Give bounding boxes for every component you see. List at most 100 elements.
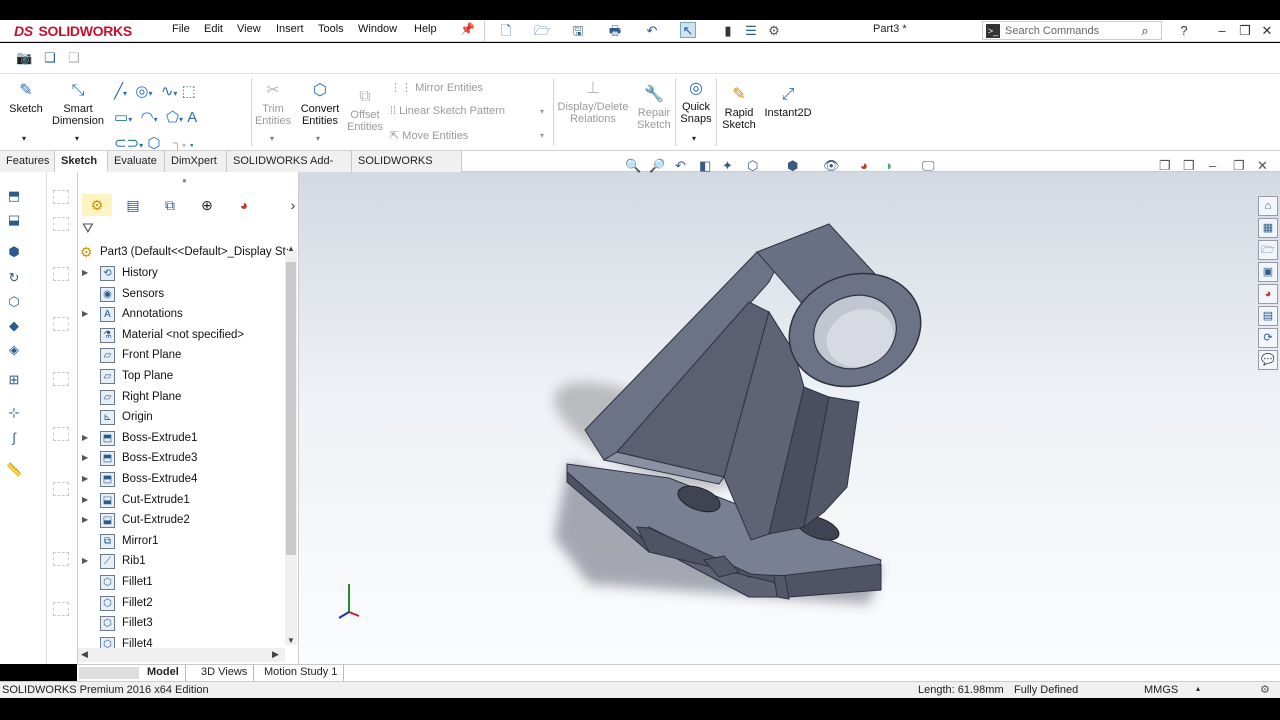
- revolve-icon[interactable]: ↻: [6, 270, 22, 286]
- expand-arrow-icon[interactable]: ▶: [82, 490, 88, 510]
- grid-icon[interactable]: [53, 317, 69, 331]
- print-icon[interactable]: 🖶: [607, 23, 623, 39]
- scroll-right-icon[interactable]: ▶: [272, 649, 279, 660]
- tab-model[interactable]: Model: [141, 665, 186, 681]
- chevron-down-icon[interactable]: ▾: [75, 134, 79, 143]
- close-icon[interactable]: ✕: [1259, 23, 1275, 39]
- measure-icon[interactable]: 📏: [6, 462, 22, 478]
- construction-box-icon[interactable]: ⬚: [182, 83, 196, 100]
- scroll-down-icon[interactable]: ▼: [287, 636, 295, 645]
- tree-item[interactable]: ▱ Top Plane: [78, 366, 283, 386]
- view-settings-icon[interactable]: 🖵: [922, 158, 935, 174]
- mirror-entities-button[interactable]: ⋮⋮ Mirror Entities: [390, 81, 483, 94]
- chevron-down-icon[interactable]: ▾: [540, 131, 544, 140]
- expand-arrow-icon[interactable]: ▶: [82, 428, 88, 448]
- select-icon[interactable]: ↖: [680, 22, 696, 38]
- dimxpert-tab-icon[interactable]: ⊕: [192, 194, 222, 216]
- chevron-down-icon[interactable]: ▾: [692, 134, 696, 143]
- boss-icon[interactable]: ⬢: [6, 244, 22, 260]
- options-gear-icon[interactable]: ⚙: [766, 23, 782, 39]
- loft-icon[interactable]: ⬡: [6, 294, 22, 310]
- repair-sketch-button[interactable]: 🔧 Repair Sketch: [634, 86, 674, 131]
- menu-window[interactable]: Window: [358, 23, 397, 35]
- viewport-minimize-icon[interactable]: –: [1209, 158, 1216, 173]
- point-icon[interactable]: ▪: [190, 140, 193, 150]
- solidworks-resources-icon[interactable]: ⟳: [1258, 328, 1278, 348]
- reference-icon[interactable]: ⊹: [6, 405, 22, 421]
- text-icon[interactable]: A: [187, 109, 197, 126]
- scrollbar-thumb[interactable]: [286, 262, 296, 555]
- tree-item[interactable]: ⧉ Mirror1: [78, 531, 283, 551]
- menu-insert[interactable]: Insert: [276, 23, 304, 35]
- custom-properties-icon[interactable]: ▤: [1258, 306, 1278, 326]
- grid-icon[interactable]: [53, 190, 69, 204]
- search-icon[interactable]: ⌕: [1137, 23, 1153, 39]
- tab-motion-study[interactable]: Motion Study 1: [258, 665, 345, 681]
- instant2d-button[interactable]: ⤢ Instant2D: [762, 86, 814, 119]
- panel-grip-icon[interactable]: ●: [182, 176, 187, 185]
- tree-item[interactable]: ⊾ Origin: [78, 407, 283, 427]
- line-icon[interactable]: ╱: [114, 83, 123, 100]
- chevron-down-icon[interactable]: ▾: [270, 134, 274, 143]
- linear-sketch-pattern-button[interactable]: ⁞⁞ Linear Sketch Pattern: [390, 105, 505, 117]
- grid-icon[interactable]: [53, 267, 69, 281]
- pin-icon[interactable]: 📌: [460, 22, 475, 36]
- help-icon[interactable]: ?: [1176, 23, 1192, 39]
- extrude-icon[interactable]: ⬒: [6, 188, 22, 204]
- grid-icon[interactable]: [53, 217, 69, 231]
- search-commands-input[interactable]: >_ Search Commands: [982, 21, 1162, 40]
- offset-entities-button[interactable]: ⧉ Offset Entities: [345, 82, 385, 133]
- tree-item[interactable]: ▱ Front Plane: [78, 345, 283, 365]
- file-explorer-icon[interactable]: 🗁: [1258, 240, 1278, 260]
- viewport-close-icon[interactable]: ✕: [1257, 158, 1268, 174]
- scroll-up-icon[interactable]: ▲: [287, 244, 295, 253]
- curve-icon[interactable]: ∫: [6, 430, 22, 446]
- file-properties-icon[interactable]: ☰: [743, 23, 759, 39]
- viewport-restore-icon[interactable]: ❐: [1159, 158, 1171, 174]
- graphics-area[interactable]: 🔍 🔎 ↶ ◧ ✦ ⬡ ⬢ 👁 ◕ ◑ 🖵 ❐ ❒ – ❐ ✕: [299, 158, 1280, 664]
- chevron-down-icon[interactable]: ▾: [540, 107, 544, 116]
- tab-dimxpert[interactable]: DimXpert: [165, 151, 227, 172]
- tree-item[interactable]: ▶ ⬓ Cut-Extrude1: [78, 490, 283, 510]
- camera-icon[interactable]: 📷: [16, 50, 32, 66]
- expand-arrow-icon[interactable]: ▶: [82, 510, 88, 530]
- tree-item[interactable]: ⬡ Fillet3: [78, 613, 283, 633]
- display-style-icon[interactable]: ⬢: [787, 158, 798, 174]
- customize-icon[interactable]: ⚙: [1260, 683, 1270, 696]
- tree-item[interactable]: ▶ A Annotations: [78, 304, 283, 324]
- forum-icon[interactable]: 💬: [1258, 350, 1278, 370]
- menu-edit[interactable]: Edit: [204, 23, 223, 35]
- pattern-feature-icon[interactable]: ⊞: [6, 372, 22, 388]
- traffic-light-icon[interactable]: ▮: [720, 23, 736, 39]
- filter-icon[interactable]: ⛛: [82, 220, 94, 237]
- configuration-manager-tab-icon[interactable]: ⧉: [155, 194, 185, 216]
- undo-icon[interactable]: ↶: [644, 23, 660, 39]
- hide-show-items-icon[interactable]: 👁: [823, 158, 840, 174]
- zoom-area-icon[interactable]: 🔎: [649, 158, 665, 174]
- grid-icon[interactable]: [53, 427, 69, 441]
- tree-item[interactable]: ▶ ⟋ Rib1: [78, 551, 283, 571]
- tab-scroll-controls[interactable]: [79, 667, 139, 679]
- expand-arrow-icon[interactable]: ▶: [82, 469, 88, 489]
- slot-icon[interactable]: ⊂⊃: [114, 135, 139, 152]
- menu-file[interactable]: File: [172, 23, 190, 35]
- section-view-icon[interactable]: ◧: [699, 158, 711, 174]
- solidworks-logo[interactable]: DS SOLIDWORKS: [14, 23, 132, 39]
- rectangle-icon[interactable]: ▭: [114, 109, 128, 126]
- restore-icon[interactable]: ❐: [1237, 23, 1253, 39]
- expand-arrow-icon[interactable]: ▶: [82, 551, 88, 571]
- plane-icon[interactable]: ⬡: [147, 135, 160, 152]
- new-icon[interactable]: 🗋: [498, 23, 514, 39]
- arc-icon[interactable]: ◠: [141, 109, 154, 126]
- grid-icon[interactable]: [53, 372, 69, 386]
- display-delete-relations-button[interactable]: ⊥ Display/Delete Relations: [556, 80, 630, 125]
- dynamic-annotation-icon[interactable]: ✦: [722, 158, 733, 174]
- copy-view-icon[interactable]: ❏: [42, 50, 58, 66]
- viewport-maximize-icon[interactable]: ❐: [1233, 158, 1245, 174]
- grid-icon[interactable]: [53, 602, 69, 616]
- feature-manager-tab-icon[interactable]: ⚙: [82, 194, 112, 216]
- previous-view-icon[interactable]: ↶: [675, 158, 686, 174]
- rapid-sketch-button[interactable]: ✎ Rapid Sketch: [720, 86, 758, 131]
- fillet-icon[interactable]: ╮: [173, 135, 182, 152]
- view-palette-icon[interactable]: ▣: [1258, 262, 1278, 282]
